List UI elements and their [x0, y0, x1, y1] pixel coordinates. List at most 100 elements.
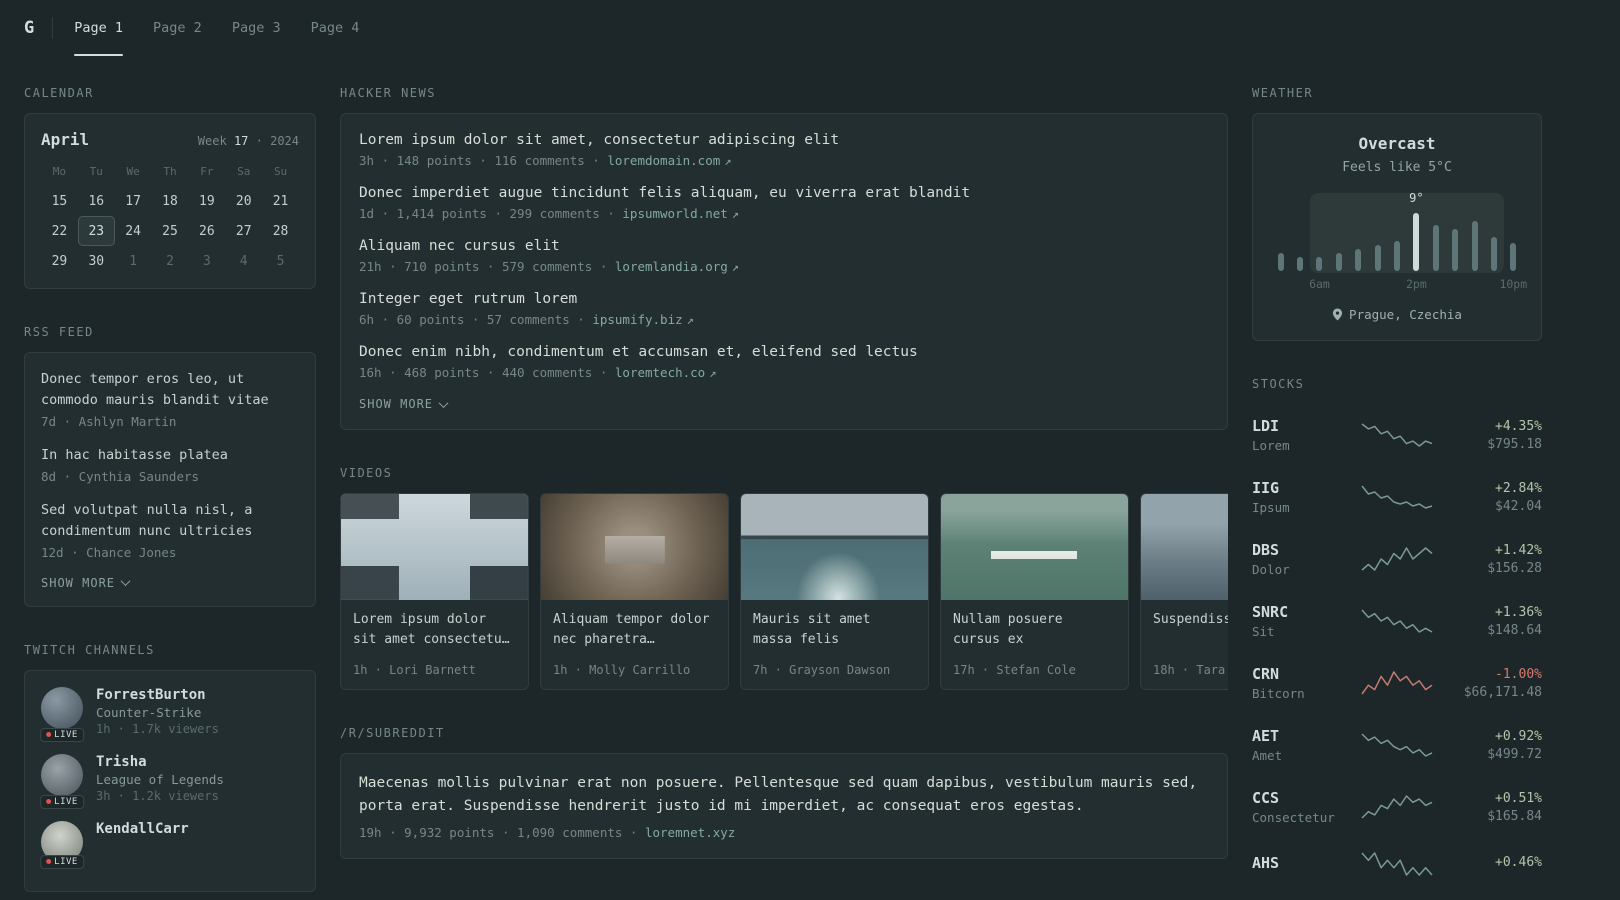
news-domain-link[interactable]: loremtech.co ↗: [615, 365, 717, 380]
video-title[interactable]: Suspendisse diam: [1153, 610, 1228, 630]
page-tab[interactable]: Page 2: [138, 0, 217, 56]
rss-item-title[interactable]: Donec tempor eros leo, ut commodo mauris…: [41, 369, 299, 411]
news-title[interactable]: Donec imperdiet augue tincidunt felis al…: [359, 185, 1209, 201]
video-thumbnail[interactable]: [941, 494, 1128, 600]
stock-row[interactable]: AET Amet +0.92% $499.72: [1252, 714, 1542, 776]
page-tab[interactable]: Page 1: [59, 0, 138, 56]
video-thumbnail[interactable]: [341, 494, 528, 600]
news-title[interactable]: Aliquam nec cursus elit: [359, 238, 1209, 254]
calendar-day[interactable]: 1: [115, 246, 152, 276]
video-card[interactable]: Mauris sit amet massa felis 7h · Grayson…: [740, 493, 929, 690]
news-title[interactable]: Integer eget rutrum lorem: [359, 291, 1209, 307]
calendar-day[interactable]: 25: [152, 216, 189, 246]
stock-row[interactable]: IIG Ipsum +2.84% $42.04: [1252, 466, 1542, 528]
news-title[interactable]: Lorem ipsum dolor sit amet, consectetur …: [359, 132, 1209, 148]
news-domain-link[interactable]: loremdomain.com ↗: [607, 153, 731, 168]
twitch-channel[interactable]: LIVE KendallCarr: [40, 820, 299, 869]
calendar-day[interactable]: 3: [188, 246, 225, 276]
weather-bar-cell: [1310, 209, 1329, 271]
stock-symbol[interactable]: DBS: [1252, 541, 1350, 559]
stock-symbol[interactable]: CCS: [1252, 789, 1350, 807]
top-nav: G Page 1 Page 2 Page 3 Page 4: [0, 0, 1620, 56]
video-title[interactable]: Aliquam tempor dolor nec pharetra…: [553, 610, 716, 650]
news-item[interactable]: Donec enim nibh, condimentum et accumsan…: [359, 344, 1209, 380]
app-logo[interactable]: G: [24, 0, 52, 56]
calendar-day[interactable]: 26: [188, 216, 225, 246]
rss-item[interactable]: Sed volutpat nulla nisl, a condimentum n…: [41, 500, 299, 560]
calendar-day[interactable]: 22: [41, 216, 78, 246]
stock-row[interactable]: LDI Lorem +4.35% $795.18: [1252, 404, 1542, 466]
video-thumbnail[interactable]: [1141, 494, 1228, 600]
stock-symbol[interactable]: SNRC: [1252, 603, 1350, 621]
calendar-section-title: CALENDAR: [24, 86, 94, 100]
rss-item[interactable]: In hac habitasse platea 8d · Cynthia Sau…: [41, 445, 299, 484]
stock-row[interactable]: AHS +0.46%: [1252, 838, 1542, 890]
video-title[interactable]: Mauris sit amet massa felis: [753, 610, 916, 650]
stock-row[interactable]: CCS Consectetur +0.51% $165.84: [1252, 776, 1542, 838]
calendar-day[interactable]: 19: [188, 186, 225, 216]
stock-symbol[interactable]: AHS: [1252, 854, 1350, 872]
channel-game[interactable]: League of Legends: [96, 772, 224, 787]
video-title[interactable]: Lorem ipsum dolor sit amet consectetu…: [353, 610, 516, 650]
reddit-post[interactable]: Maecenas mollis pulvinar erat non posuer…: [359, 772, 1209, 840]
video-card[interactable]: Aliquam tempor dolor nec pharetra… 1h · …: [540, 493, 729, 690]
news-domain-link[interactable]: loremlandia.org ↗: [615, 259, 739, 274]
calendar-day[interactable]: 23: [77, 216, 115, 246]
rss-item-title[interactable]: Sed volutpat nulla nisl, a condimentum n…: [41, 500, 299, 542]
calendar-day[interactable]: 29: [41, 246, 78, 276]
calendar-day[interactable]: 16: [78, 186, 115, 216]
twitch-channel[interactable]: LIVE ForrestBurton Counter-Strike 1h · 1…: [40, 686, 299, 742]
hackernews-show-more-button[interactable]: SHOW MORE: [359, 397, 449, 411]
stock-symbol[interactable]: LDI: [1252, 417, 1350, 435]
page-tab[interactable]: Page 3: [217, 0, 296, 56]
calendar-day[interactable]: 2: [152, 246, 189, 276]
stock-row[interactable]: SNRC Sit +1.36% $148.64: [1252, 590, 1542, 652]
calendar-day[interactable]: 15: [41, 186, 78, 216]
calendar-day[interactable]: 4: [225, 246, 262, 276]
news-item[interactable]: Lorem ipsum dolor sit amet, consectetur …: [359, 132, 1209, 168]
news-title[interactable]: Donec enim nibh, condimentum et accumsan…: [359, 344, 1209, 360]
page-tab[interactable]: Page 4: [296, 0, 375, 56]
video-thumbnail[interactable]: [741, 494, 928, 600]
stock-row[interactable]: DBS Dolor +1.42% $156.28: [1252, 528, 1542, 590]
video-title[interactable]: Nullam posuere cursus ex: [953, 610, 1116, 650]
calendar-day[interactable]: 30: [78, 246, 115, 276]
channel-name[interactable]: ForrestBurton: [96, 687, 219, 703]
video-thumbnail[interactable]: [541, 494, 728, 600]
rss-show-more-button[interactable]: SHOW MORE: [41, 576, 131, 590]
video-meta: 1h · Molly Carrillo: [553, 663, 691, 677]
calendar-day[interactable]: 20: [225, 186, 262, 216]
video-card[interactable]: Nullam posuere cursus ex 17h · Stefan Co…: [940, 493, 1129, 690]
calendar-day[interactable]: 17: [115, 186, 152, 216]
twitch-channel[interactable]: LIVE Trisha League of Legends 3h · 1.2k …: [40, 753, 299, 809]
calendar-dow-label: Th: [163, 165, 177, 178]
stock-price: $795.18: [1487, 436, 1542, 452]
reddit-domain-link[interactable]: loremnet.xyz: [645, 825, 739, 840]
calendar-day[interactable]: 24: [115, 216, 152, 246]
stock-row[interactable]: CRN Bitcorn -1.00% $66,171.48: [1252, 652, 1542, 714]
calendar-day[interactable]: 5: [262, 246, 299, 276]
calendar-day[interactable]: 21: [262, 186, 299, 216]
news-item[interactable]: Donec imperdiet augue tincidunt felis al…: [359, 185, 1209, 221]
stock-sparkline: [1361, 795, 1433, 819]
news-item[interactable]: Integer eget rutrum lorem 6h · 60 points…: [359, 291, 1209, 327]
video-card[interactable]: Suspendisse diam 18h · Tara: [1140, 493, 1228, 690]
reddit-post-title[interactable]: Maecenas mollis pulvinar erat non posuer…: [359, 772, 1209, 818]
rss-item-title[interactable]: In hac habitasse platea: [41, 445, 299, 466]
rss-item[interactable]: Donec tempor eros leo, ut commodo mauris…: [41, 369, 299, 429]
channel-name[interactable]: KendallCarr: [96, 821, 189, 837]
calendar-day[interactable]: 18: [152, 186, 189, 216]
news-item[interactable]: Aliquam nec cursus elit 21h · 710 points…: [359, 238, 1209, 274]
calendar-day[interactable]: 28: [262, 216, 299, 246]
news-domain-link[interactable]: ipsumworld.net ↗: [622, 206, 739, 221]
channel-name[interactable]: Trisha: [96, 754, 224, 770]
channel-meta: 1h · 1.7k viewers: [96, 721, 219, 736]
weather-feels-like: Feels like 5°C: [1342, 160, 1452, 175]
calendar-day[interactable]: 27: [225, 216, 262, 246]
stock-symbol[interactable]: CRN: [1252, 665, 1350, 683]
stock-symbol[interactable]: IIG: [1252, 479, 1350, 497]
news-domain-link[interactable]: ipsumify.biz ↗: [592, 312, 694, 327]
video-card[interactable]: Lorem ipsum dolor sit amet consectetu… 1…: [340, 493, 529, 690]
stock-symbol[interactable]: AET: [1252, 727, 1350, 745]
channel-game[interactable]: Counter-Strike: [96, 705, 219, 720]
